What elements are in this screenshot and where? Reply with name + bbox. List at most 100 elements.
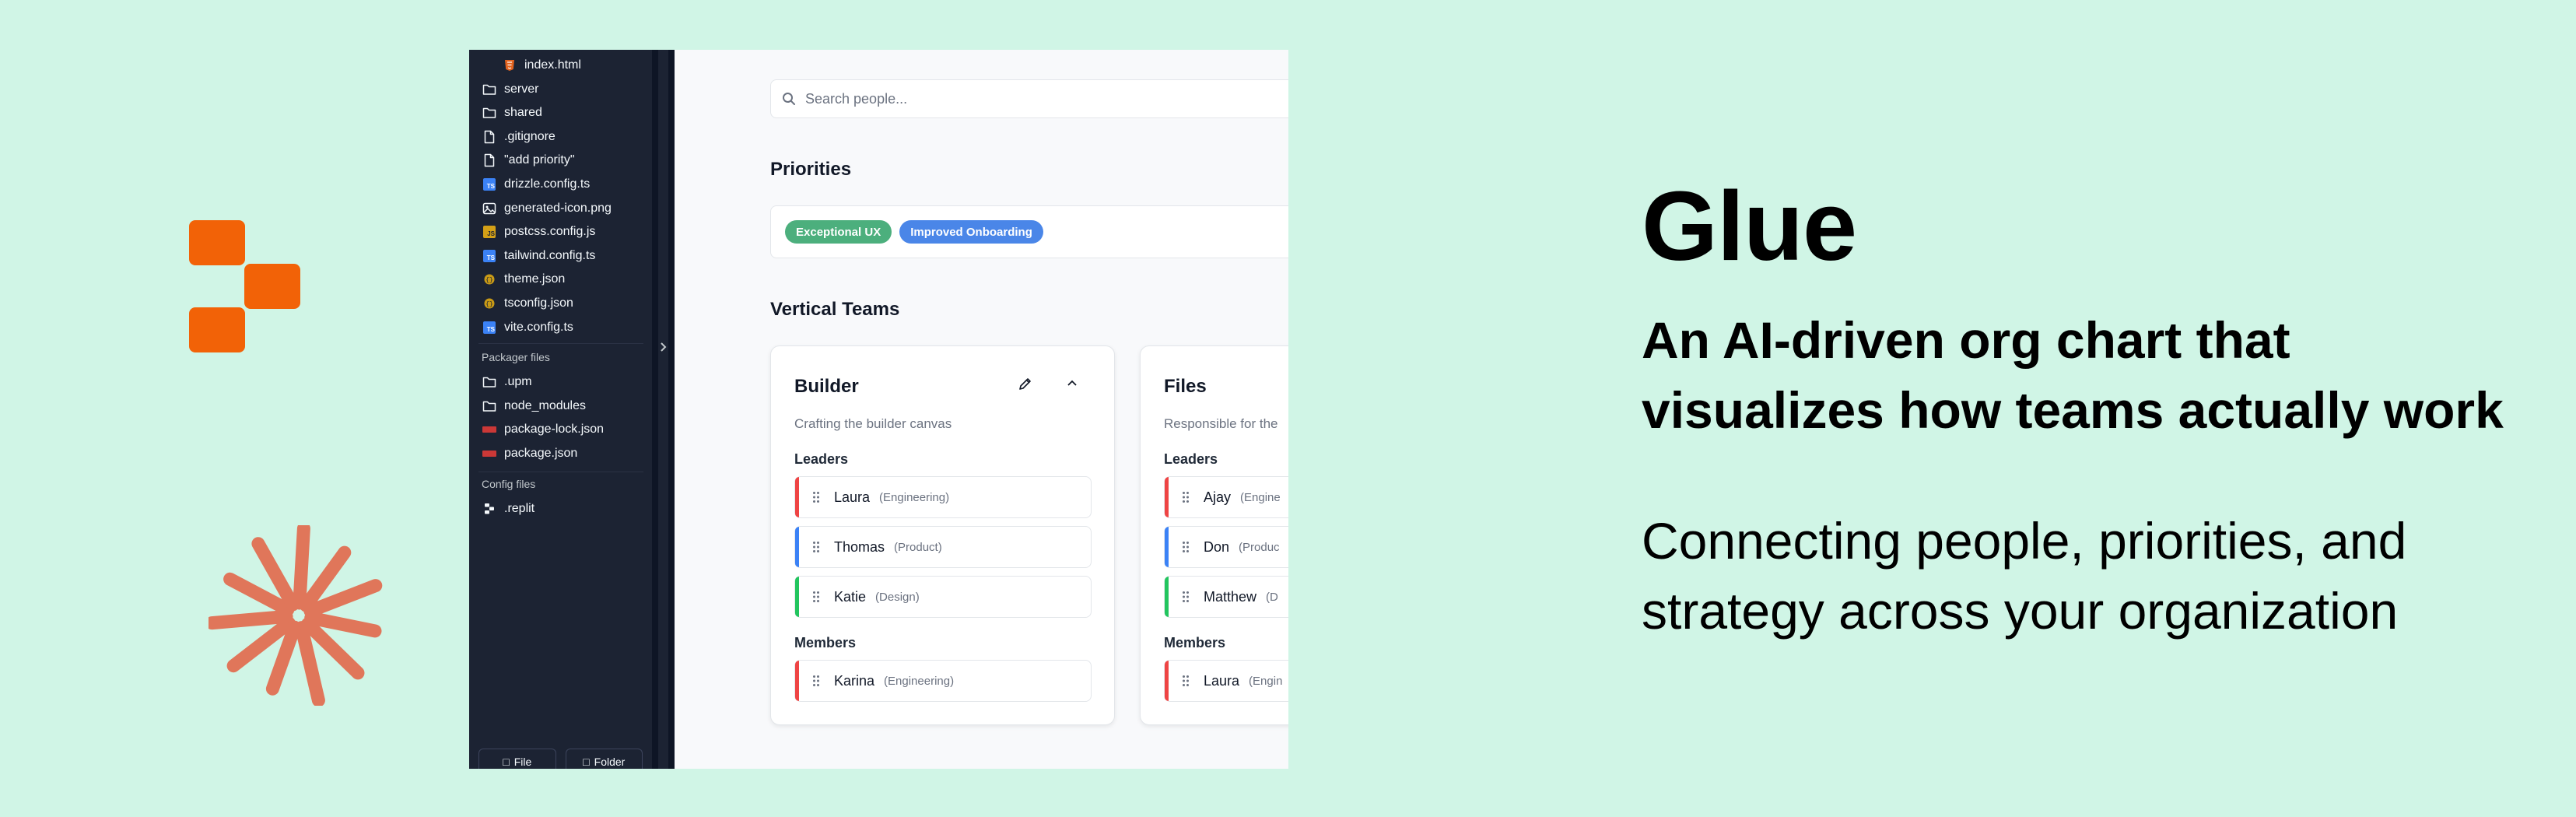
file-name: package-lock.json — [504, 423, 605, 436]
search-input[interactable] — [805, 90, 1194, 107]
file-name: tailwind.config.ts — [504, 249, 596, 262]
chevron-right-icon — [661, 342, 667, 352]
priorities-heading: Priorities — [770, 159, 852, 180]
file-icon — [482, 130, 496, 144]
hero-title: Glue — [1642, 171, 1857, 281]
file-tree-item[interactable]: {} theme.json — [482, 268, 565, 290]
file-tree-item[interactable]: shared — [482, 102, 542, 124]
folder-icon — [482, 106, 496, 120]
team-card: Builder Crafting the builder canvas Lead… — [770, 345, 1115, 725]
file-tree-item[interactable]: server — [482, 79, 538, 100]
file-name: package.json — [504, 447, 578, 460]
npm-file-icon — [482, 423, 496, 437]
file-tree-item[interactable]: node_modules — [482, 395, 586, 417]
priority-tag[interactable]: Exceptional UX — [785, 220, 892, 244]
drag-handle-icon — [813, 492, 819, 503]
file-tree-item[interactable]: {} tsconfig.json — [482, 293, 573, 314]
json-file-icon: {} — [482, 296, 496, 310]
replit-file-icon — [482, 502, 496, 516]
team-name: Builder — [794, 376, 859, 397]
search-bar[interactable] — [770, 79, 1288, 118]
leaders-label: Leaders — [794, 451, 849, 467]
team-description: Responsible for the — [1164, 416, 1278, 431]
config-files-label: Config files — [482, 477, 536, 490]
file-tree-sidebar: index.html server shared .gitignore "add… — [469, 50, 652, 769]
person-department: (Design) — [875, 590, 920, 604]
person-department: (Engine — [1240, 490, 1281, 504]
person-card[interactable]: Ajay (Engine — [1164, 476, 1288, 518]
npm-file-icon — [482, 447, 496, 461]
leaders-label: Leaders — [1164, 451, 1218, 467]
priority-tag[interactable]: Improved Onboarding — [899, 220, 1043, 244]
ts-file-icon: TS — [482, 321, 496, 335]
person-department: (Engineering) — [879, 490, 950, 504]
person-card[interactable]: Matthew (D — [1164, 576, 1288, 618]
drag-handle-icon — [1183, 542, 1189, 552]
drag-handle-icon — [813, 591, 819, 602]
hero-description: Connecting people, priorities, and strat… — [1642, 512, 2407, 640]
file-name: shared — [504, 106, 542, 119]
file-tree-item[interactable]: package.json — [482, 443, 577, 465]
add-folder-icon: □ — [583, 756, 590, 768]
members-label: Members — [794, 635, 857, 650]
file-tree-item[interactable]: TS vite.config.ts — [482, 317, 573, 338]
sidebar-gutter — [652, 50, 675, 769]
file-name: .upm — [504, 375, 532, 388]
file-tree-item[interactable]: "add priority" — [482, 149, 575, 171]
person-name: Katie — [834, 588, 867, 605]
person-name: Ajay — [1204, 489, 1232, 505]
person-department: (Product) — [894, 540, 942, 554]
svg-text:{}: {} — [485, 277, 493, 284]
svg-text:{}: {} — [485, 301, 493, 308]
file-tree-item[interactable]: TS tailwind.config.ts — [482, 245, 595, 267]
new-file-button[interactable]: □ File — [478, 749, 556, 769]
file-tree-item[interactable]: .replit — [482, 498, 534, 520]
file-tree-item[interactable]: .upm — [482, 371, 532, 393]
file-tree-item[interactable]: .gitignore — [482, 126, 556, 148]
folder-icon — [482, 82, 496, 96]
edit-pencil-icon[interactable] — [1018, 376, 1033, 391]
chevron-up-icon[interactable] — [1064, 376, 1080, 391]
person-card[interactable]: Thomas (Product) — [794, 526, 1092, 568]
ts-file-icon: TS — [482, 177, 496, 191]
team-description: Crafting the builder canvas — [794, 416, 952, 431]
team-name: Files — [1164, 376, 1207, 397]
html-file-icon — [503, 58, 517, 72]
sidebar-collapse-toggle[interactable] — [658, 338, 668, 356]
file-tree-item[interactable]: JS postcss.config.js — [482, 221, 595, 243]
file-name: node_modules — [504, 399, 586, 412]
person-name: Karina — [834, 672, 875, 689]
priorities-list: Exceptional UX Improved Onboarding — [770, 205, 1288, 258]
person-name: Matthew — [1204, 588, 1257, 605]
folder-icon — [482, 399, 496, 413]
packager-files-label: Packager files — [482, 351, 550, 364]
new-folder-button[interactable]: □ Folder — [565, 749, 643, 769]
person-card[interactable]: Don (Produc — [1164, 526, 1288, 568]
hero-subtitle: An AI-driven org chart that visualizes h… — [1642, 311, 2504, 439]
file-tree-item[interactable]: package-lock.json — [482, 419, 604, 440]
drag-handle-icon — [1183, 591, 1189, 602]
person-card[interactable]: Karina (Engineering) — [794, 660, 1092, 702]
file-tree-item[interactable]: generated-icon.png — [482, 198, 612, 219]
person-department: (Engineering) — [884, 674, 955, 688]
person-card[interactable]: Laura (Engineering) — [794, 476, 1092, 518]
drag-handle-icon — [1183, 492, 1189, 503]
file-name: "add priority" — [504, 153, 575, 167]
replit-logo — [189, 220, 300, 352]
file-name: .replit — [504, 502, 535, 515]
file-tree-item[interactable]: index.html — [503, 54, 581, 76]
file-name: vite.config.ts — [504, 321, 573, 334]
person-card[interactable]: Laura (Engin — [1164, 660, 1288, 702]
file-name: index.html — [524, 58, 581, 72]
vertical-teams-heading: Vertical Teams — [770, 299, 900, 320]
file-name: server — [504, 82, 539, 96]
sidebar-actions: □ File □ Folder — [469, 749, 652, 769]
person-card[interactable]: Katie (Design) — [794, 576, 1092, 618]
file-name: tsconfig.json — [504, 296, 573, 310]
file-name: theme.json — [504, 272, 566, 286]
ts-file-icon: TS — [482, 249, 496, 263]
file-tree-item[interactable]: TS drizzle.config.ts — [482, 174, 590, 195]
person-name: Laura — [834, 489, 871, 505]
json-file-icon: {} — [482, 272, 496, 286]
person-department: (Produc — [1239, 540, 1280, 554]
